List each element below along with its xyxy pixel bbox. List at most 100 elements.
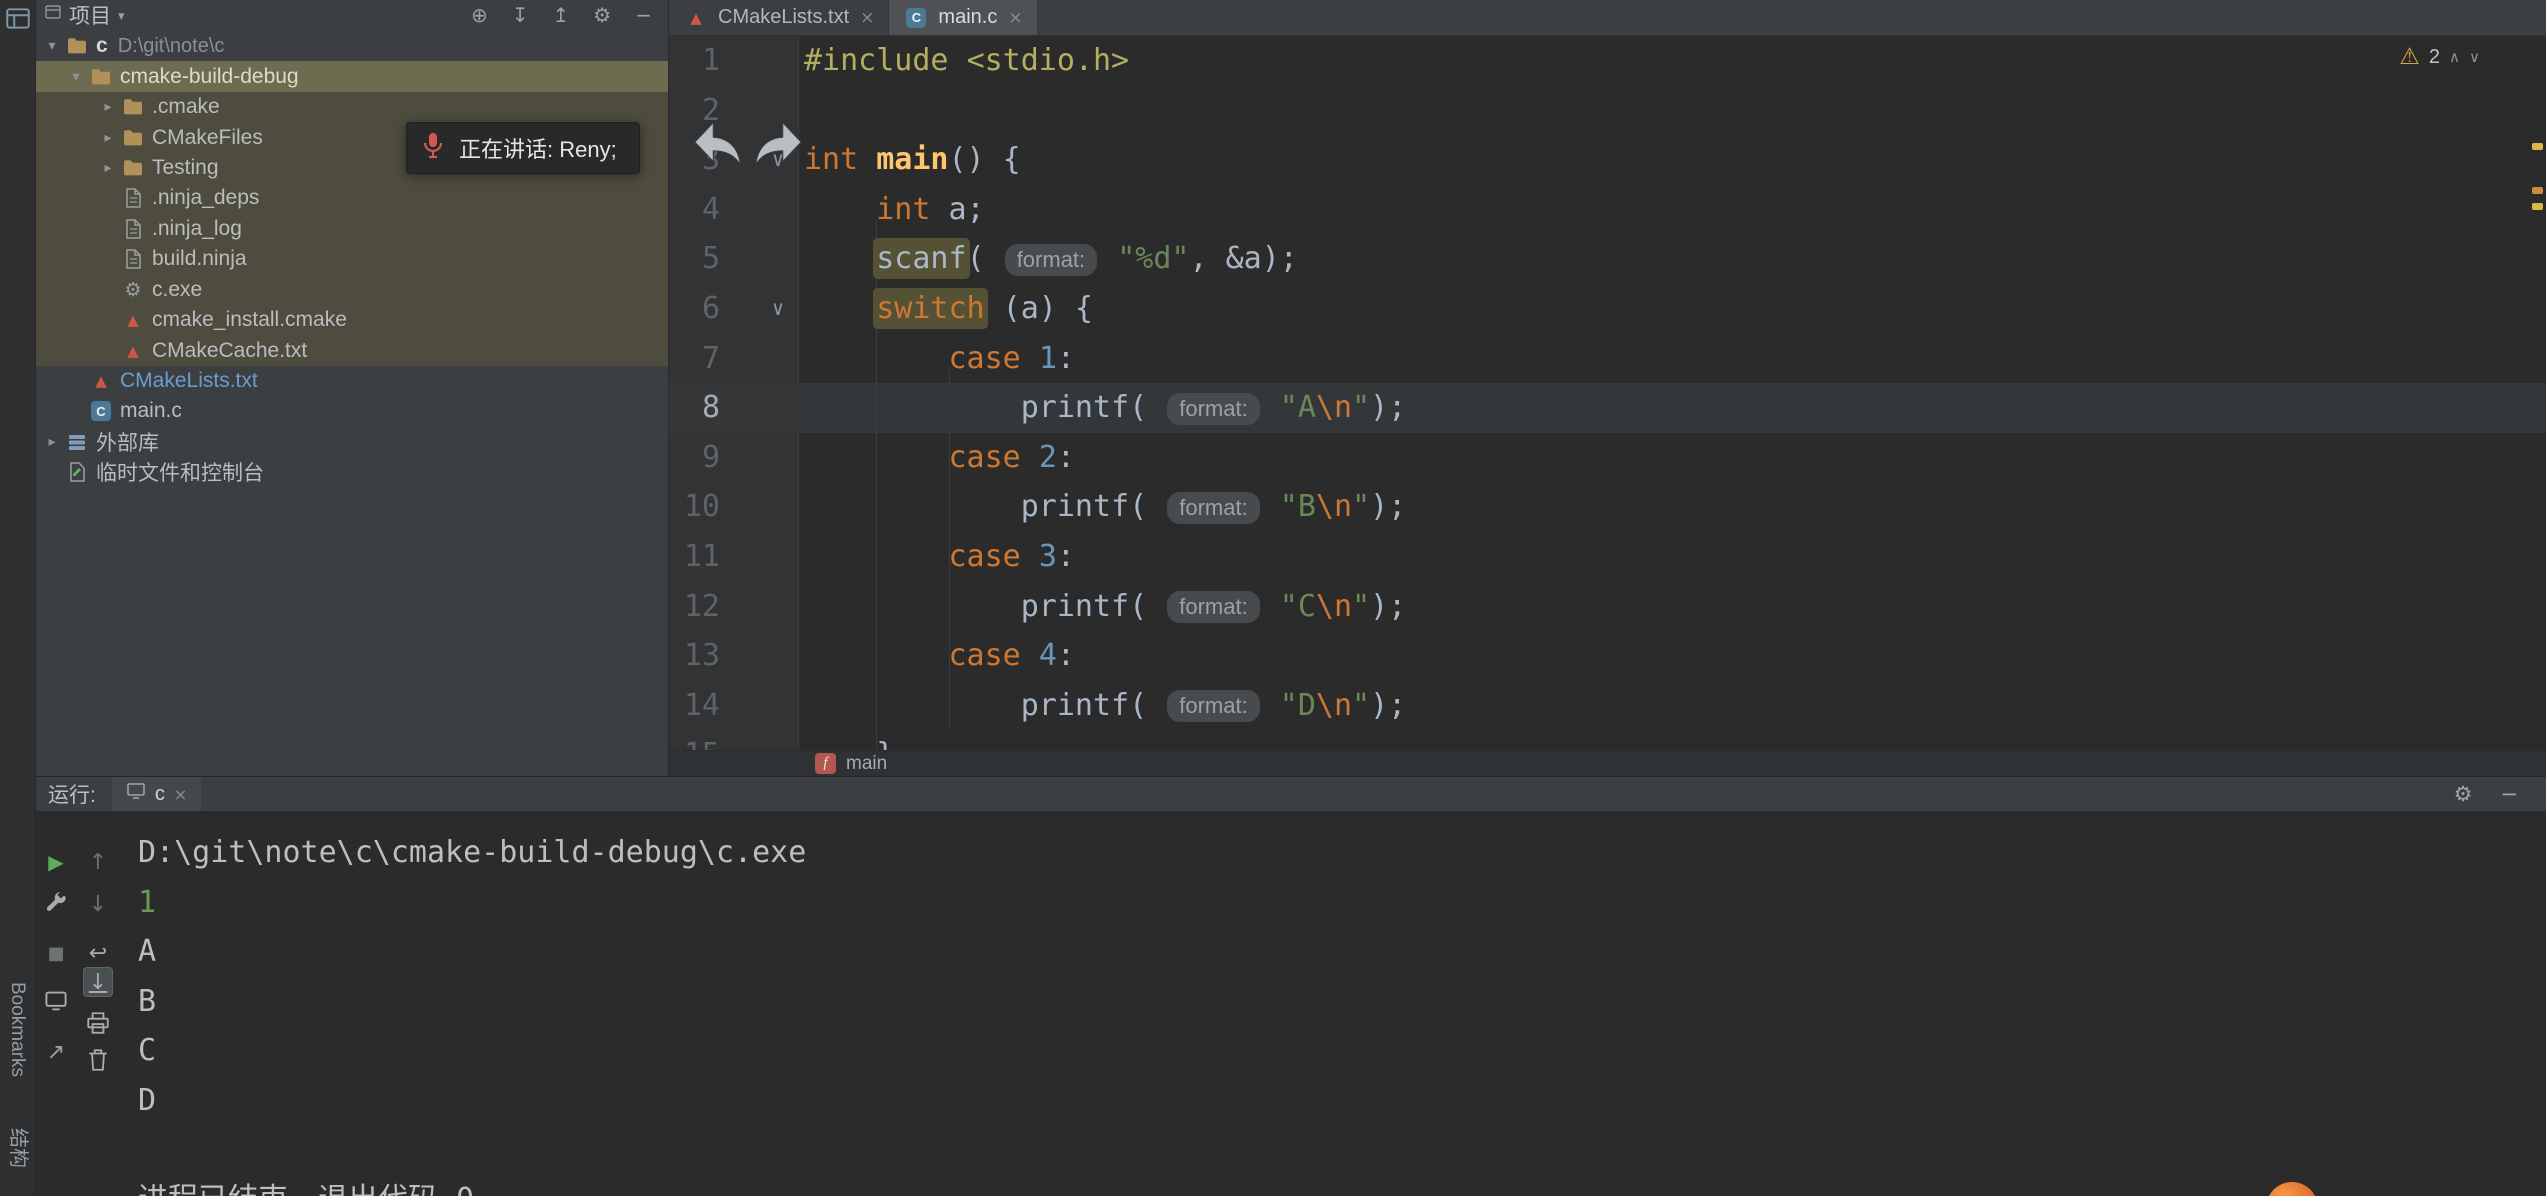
line-number[interactable]: 10 (669, 482, 798, 532)
toolwindow-button-structure[interactable]: 结构 (6, 1128, 35, 1168)
hide-panel-button[interactable]: − (635, 3, 652, 27)
expand-all-button[interactable]: ↧ (512, 3, 529, 27)
parameter-hint[interactable]: format: (1167, 591, 1259, 623)
tree-row-.cmake[interactable]: ▸.cmake (36, 92, 668, 122)
rerun-button[interactable]: ▶ (41, 847, 71, 877)
parameter-hint[interactable]: format: (1005, 244, 1097, 276)
close-icon[interactable]: × (174, 785, 187, 804)
chevron-right-icon[interactable]: ▸ (96, 99, 120, 115)
tree-label: build.ninja (152, 247, 247, 271)
line-number[interactable]: 1 (669, 36, 798, 86)
code-line: case 3: (804, 532, 1406, 582)
soft-wrap-button[interactable]: ↩ (83, 938, 113, 968)
editor-code[interactable]: #include <stdio.h>int main() { int a; sc… (804, 36, 1406, 750)
stripe-mark[interactable] (2532, 203, 2543, 210)
line-number[interactable]: 6∨ (669, 284, 798, 334)
stripe-mark[interactable] (2532, 187, 2543, 194)
line-number[interactable]: 15 (669, 730, 798, 750)
chevron-down-icon[interactable]: ▾ (64, 69, 88, 85)
tree-row-cmake-build-debug[interactable]: ▾cmake-build-debug (36, 61, 668, 91)
line-number[interactable]: 14 (669, 681, 798, 731)
c-file-icon: C (88, 401, 114, 421)
line-number[interactable]: 5 (669, 234, 798, 284)
tree-row-临时文件和控制台[interactable]: 临时文件和控制台 (36, 457, 668, 487)
line-number[interactable]: 9 (669, 433, 798, 483)
console-icon (126, 782, 146, 806)
error-stripe[interactable] (2530, 36, 2546, 750)
close-icon[interactable]: × (860, 8, 874, 28)
line-number[interactable]: 11 (669, 532, 798, 582)
prev-occurrence-button[interactable]: ↑ (83, 847, 113, 877)
show-console-icon[interactable] (41, 986, 71, 1016)
tool-window-icon[interactable] (4, 5, 32, 33)
toolwindow-button-bookmarks[interactable]: Bookmarks (6, 982, 28, 1077)
console-line: A (138, 927, 2546, 977)
tree-row-.ninja_deps[interactable]: .ninja_deps (36, 183, 668, 213)
parameter-hint[interactable]: format: (1167, 492, 1259, 524)
chevron-down-icon[interactable]: ▾ (118, 9, 125, 24)
tree-row-c[interactable]: ▾cD:\git\note\c (36, 31, 668, 61)
pin-icon[interactable]: ↗ (41, 1037, 71, 1067)
executable-icon: ⚙ (120, 279, 146, 301)
breadcrumb-item[interactable]: main (846, 753, 887, 775)
code-line: } (804, 730, 1406, 750)
project-tool-window: 项目 ▾ ⊕ ↧ ↥ ⚙ − ▾cD:\git\note\c▾cmake-bui… (36, 0, 669, 776)
next-problem-icon[interactable]: ∨ (2469, 48, 2480, 66)
line-number[interactable]: 7 (669, 334, 798, 384)
editor-tab-main.c[interactable]: Cmain.c× (889, 0, 1037, 35)
stop-button[interactable]: ■ (41, 938, 71, 968)
print-button[interactable] (83, 1008, 113, 1038)
cmake-icon: ▲ (88, 372, 114, 390)
voice-chat-overlay: 正在讲话: Reny; (406, 122, 640, 174)
tree-label: cmake_install.cmake (152, 308, 347, 332)
editor-tab-CMakeLists.txt[interactable]: ▲CMakeLists.txt× (669, 0, 889, 35)
tree-row-cmake_install.cmake[interactable]: ▲cmake_install.cmake (36, 305, 668, 335)
tree-row-c.exe[interactable]: ⚙c.exe (36, 275, 668, 305)
inspections-widget[interactable]: ⚠ 2 ∧ ∨ (2399, 44, 2480, 70)
scroll-to-end-button[interactable]: ↓ (83, 967, 113, 997)
c-file-icon: C (903, 8, 929, 28)
parameter-hint[interactable]: format: (1167, 690, 1259, 722)
close-icon[interactable]: × (1008, 8, 1022, 28)
console-output[interactable]: D:\git\note\c\cmake-build-debug\c.exe1AB… (130, 811, 2546, 1196)
collapse-all-button[interactable]: ↥ (553, 3, 570, 27)
editor[interactable]: 123∨456∨789101112131415 #include <stdio.… (669, 36, 2546, 750)
breadcrumbs: f main (669, 750, 2546, 776)
tree-label: .ninja_deps (152, 186, 259, 210)
tree-row-CMakeCache.txt[interactable]: ▲CMakeCache.txt (36, 335, 668, 365)
wrench-icon[interactable] (41, 889, 71, 919)
fold-icon[interactable]: ∨ (772, 284, 784, 334)
run-tab[interactable]: c × (112, 777, 201, 811)
line-number[interactable]: 8 (669, 383, 798, 433)
console-line (138, 1126, 2546, 1176)
settings-icon[interactable]: ⚙ (593, 3, 611, 27)
stripe-mark[interactable] (2532, 143, 2543, 150)
locate-file-button[interactable]: ⊕ (471, 3, 488, 27)
tree-row-CMakeLists.txt[interactable]: ▲CMakeLists.txt (36, 366, 668, 396)
console-line: D:\git\note\c\cmake-build-debug\c.exe (138, 828, 2546, 878)
project-window-icon (44, 3, 62, 27)
tree-row-外部库[interactable]: ▸外部库 (36, 427, 668, 457)
chevron-down-icon[interactable]: ▾ (40, 38, 64, 54)
line-number[interactable]: 12 (669, 582, 798, 632)
project-panel-title[interactable]: 项目 (69, 0, 111, 30)
chevron-right-icon[interactable]: ▸ (40, 434, 64, 450)
next-occurrence-button[interactable]: ↓ (83, 889, 113, 919)
tree-label: 临时文件和控制台 (96, 457, 264, 487)
hide-panel-button[interactable]: − (2500, 782, 2518, 806)
file-icon (120, 248, 146, 270)
settings-icon[interactable]: ⚙ (2454, 782, 2473, 806)
parameter-hint[interactable]: format: (1167, 393, 1259, 425)
prev-problem-icon[interactable]: ∧ (2449, 48, 2460, 66)
code-line: printf( format: "B\n"); (804, 482, 1406, 532)
folder-icon (64, 36, 90, 56)
chevron-right-icon[interactable]: ▸ (96, 130, 120, 146)
tree-row-build.ninja[interactable]: build.ninja (36, 244, 668, 274)
clear-console-button[interactable] (83, 1045, 113, 1075)
cmake-icon: ▲ (120, 342, 146, 360)
line-number[interactable]: 13 (669, 631, 798, 681)
chevron-right-icon[interactable]: ▸ (96, 160, 120, 176)
tree-row-main.c[interactable]: Cmain.c (36, 396, 668, 426)
line-number[interactable]: 4 (669, 185, 798, 235)
tree-row-.ninja_log[interactable]: .ninja_log (36, 214, 668, 244)
